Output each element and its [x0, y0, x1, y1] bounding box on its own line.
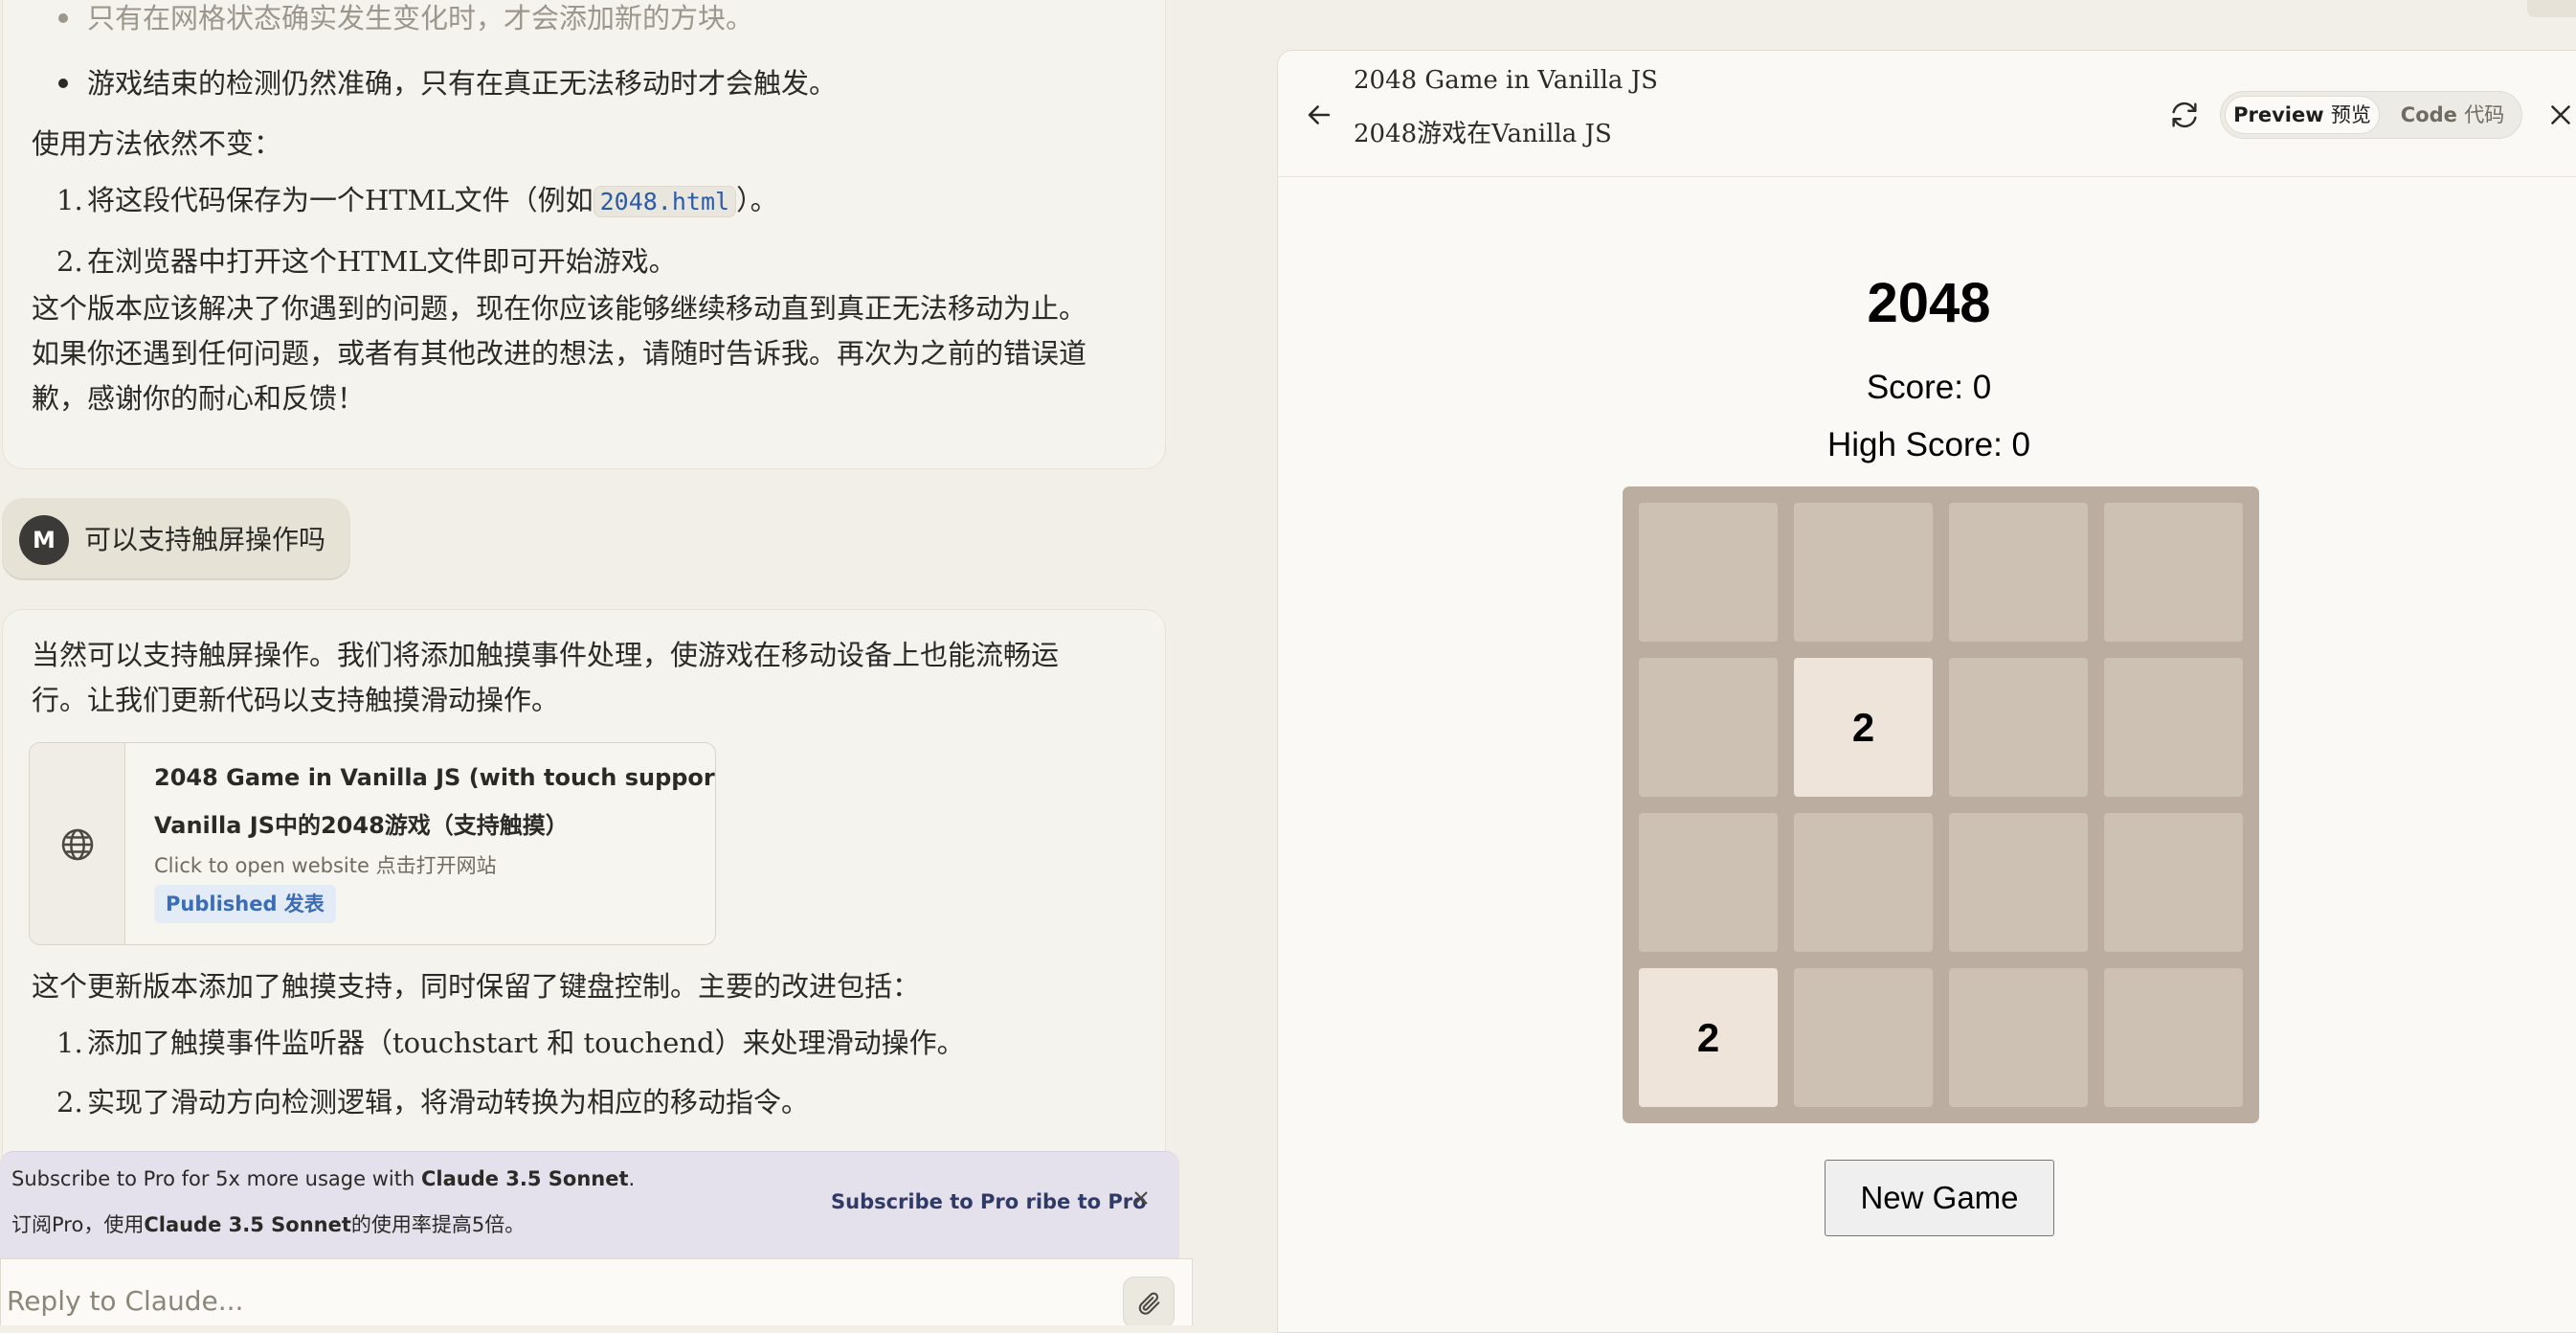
view-toggle: Preview 预览 Code 代码 — [2220, 91, 2522, 139]
artifact-subtitle: Click to open website 点击打开网站 — [154, 854, 497, 877]
close-icon[interactable] — [1130, 1186, 1153, 1209]
reply-box — [0, 1258, 1193, 1325]
refresh-icon[interactable] — [2168, 99, 2201, 131]
tile-2: 2 — [1639, 968, 1778, 1107]
grid-cell — [1639, 813, 1778, 952]
grid-cell — [2104, 968, 2243, 1107]
high-score-display: High Score: 0 — [1826, 426, 2031, 463]
user-message: M 可以支持触屏操作吗 — [2, 498, 350, 580]
intro-paragraph: 当然可以支持触屏操作。我们将添加触摸事件处理，使游戏在移动设备上也能流畅运 行。… — [32, 639, 1060, 716]
grid-cell — [1949, 968, 2088, 1107]
grid-cell — [1794, 503, 1933, 642]
close-icon[interactable] — [2544, 99, 2576, 131]
tile-2: 2 — [1794, 658, 1933, 797]
paperclip-icon — [1138, 1292, 1160, 1315]
subscribe-link[interactable]: Subscribe to Pro ribe to Pro — [831, 1190, 1147, 1213]
tab-code[interactable]: Code 代码 — [2387, 96, 2518, 134]
subscribe-banner: Subscribe to Pro for 5x more usage with … — [0, 1151, 1179, 1258]
closing-paragraph: 这个版本应该解决了你遇到的问题，现在你应该能够继续移动直到真正无法移动为止。 如… — [32, 292, 1087, 415]
game-title: 2048 — [1867, 272, 1991, 334]
grid-cell — [1639, 658, 1778, 797]
score-display: Score: 0 — [1866, 369, 1992, 406]
game-board[interactable]: 22 — [1623, 486, 2259, 1123]
avatar: M — [19, 515, 69, 565]
grid-cell — [1794, 813, 1933, 952]
subscribe-text-zh: 订阅Pro，使用Claude 3.5 Sonnet的使用率提高5倍。 — [11, 1213, 526, 1236]
new-game-button[interactable]: New Game — [1825, 1160, 2054, 1236]
artifact-preview-pane: 2048 Game in Vanilla JS 2048游戏在Vanilla J… — [1277, 50, 2576, 1333]
artifact-title-zh: Vanilla JS中的2048游戏（支持触摸） — [154, 812, 569, 839]
grid-cell — [2104, 503, 2243, 642]
grid-cell — [2104, 658, 2243, 797]
reply-input[interactable] — [5, 1277, 1058, 1324]
summary-paragraph: 这个更新版本添加了触摸支持，同时保留了键盘控制。主要的改进包括： — [32, 970, 921, 1003]
globe-icon — [61, 828, 94, 861]
tab-preview[interactable]: Preview 预览 — [2225, 96, 2380, 134]
subscribe-text-en: Subscribe to Pro for 5x more usage with … — [11, 1167, 636, 1190]
window-control — [2527, 0, 2576, 17]
grid-cell — [1949, 658, 2088, 797]
grid-cell — [2104, 813, 2243, 952]
attach-button[interactable] — [1123, 1277, 1175, 1325]
grid-cell — [1949, 813, 2088, 952]
grid-cell — [1794, 968, 1933, 1107]
grid-cell — [1949, 503, 2088, 642]
user-message-text: 可以支持触屏操作吗 — [84, 524, 326, 555]
pane-title-en: 2048 Game in Vanilla JS — [1354, 66, 1658, 95]
back-arrow-icon[interactable] — [1303, 99, 1335, 131]
grid-cell — [1639, 503, 1778, 642]
usage-intro: 使用方法依然不变： — [32, 127, 282, 160]
pane-title-zh: 2048游戏在Vanilla JS — [1354, 120, 1612, 148]
chat-pane: 只有在网格状态确实发生变化时，才会添加新的方块。 游戏结束的检测仍然准确，只有在… — [0, 0, 1197, 1325]
status-badge: Published 发表 — [154, 885, 336, 923]
pane-header: 2048 Game in Vanilla JS 2048游戏在Vanilla J… — [1278, 51, 2576, 177]
assistant-message-previous: 只有在网格状态确实发生变化时，才会添加新的方块。 游戏结束的检测仍然准确，只有在… — [2, 0, 1166, 469]
artifact-card[interactable]: 2048 Game in Vanilla JS (with touch supp… — [29, 742, 716, 945]
inline-code: 2048.html — [593, 186, 737, 217]
artifact-title-en: 2048 Game in Vanilla JS (with touch supp… — [154, 764, 716, 791]
